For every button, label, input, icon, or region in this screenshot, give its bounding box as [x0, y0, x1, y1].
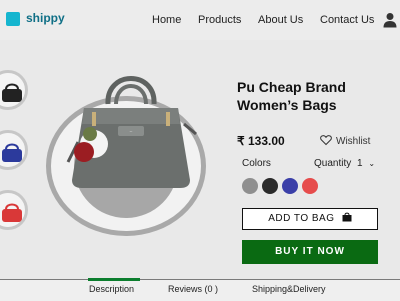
product-price: ₹ 133.00 [237, 134, 285, 148]
black-bag-icon [2, 83, 22, 102]
shopping-bag-icon [342, 212, 352, 222]
chevron-down-icon: ⌄ [368, 159, 376, 168]
red-bag-icon [2, 203, 22, 222]
add-to-bag-label: ADD TO BAG [268, 213, 335, 224]
colors-label: Colors [242, 158, 271, 169]
quantity-value: 1 [357, 158, 363, 169]
color-swatch-grey[interactable] [242, 178, 258, 194]
user-icon[interactable] [383, 12, 397, 28]
color-swatch-blue[interactable] [282, 178, 298, 194]
svg-text:~: ~ [130, 130, 133, 135]
product-title-line-2: Women’s Bags [237, 97, 337, 113]
thumbnail-red-bag[interactable] [0, 190, 28, 230]
quantity-dropdown[interactable]: 1 ⌄ [357, 158, 375, 169]
thumbnail-black-bag[interactable] [0, 70, 28, 110]
buy-now-button[interactable]: BUY IT NOW [242, 240, 378, 264]
tab-reviews[interactable]: Reviews (0 ) [168, 284, 218, 294]
color-swatch-black[interactable] [262, 178, 278, 194]
product-tabs: Description Reviews (0 ) Shipping&Delive… [0, 278, 400, 301]
color-swatch-red[interactable] [302, 178, 318, 194]
main-handbag-image: ~ [66, 76, 197, 188]
tab-description[interactable]: Description [89, 284, 134, 294]
quantity-label: Quantity [314, 158, 352, 169]
blue-bag-icon [2, 143, 22, 162]
product-title: Pu Cheap Brand Women’s Bags [237, 78, 387, 114]
add-to-bag-button[interactable]: ADD TO BAG [242, 208, 378, 230]
nav-about-link[interactable]: About Us [258, 14, 303, 26]
tab-shipping-delivery[interactable]: Shipping&Delivery [252, 284, 326, 294]
nav-products-link[interactable]: Products [198, 14, 241, 26]
top-navbar: shippy Home Products About Us Contact Us [0, 0, 400, 40]
active-tab-indicator [88, 278, 140, 281]
wishlist-button[interactable]: Wishlist [320, 134, 370, 147]
nav-contact-link[interactable]: Contact Us [320, 14, 374, 26]
product-title-line-1: Pu Cheap Brand [237, 79, 346, 95]
nav-home-link[interactable]: Home [152, 14, 181, 26]
thumbnail-blue-bag[interactable] [0, 130, 28, 170]
wishlist-label: Wishlist [336, 136, 371, 147]
heart-icon [320, 135, 332, 146]
brand-logo-icon[interactable] [6, 12, 20, 26]
brand-name[interactable]: shippy [26, 11, 65, 25]
